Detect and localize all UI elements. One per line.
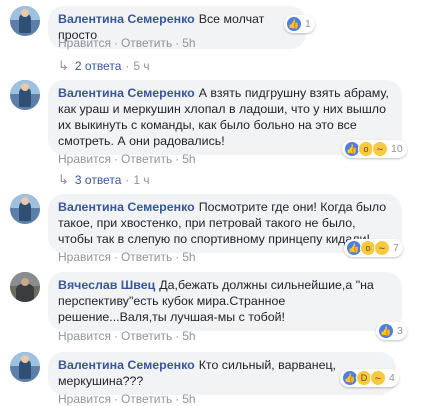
comment-actions: Нравится · Ответить · 5h (58, 250, 196, 264)
like-link[interactable]: Нравится (58, 329, 111, 343)
like-icon: 👍 (378, 323, 394, 339)
reaction-count: 7 (393, 242, 399, 254)
reply-arrow-icon: ↳ (58, 172, 69, 187)
like-link[interactable]: Нравится (58, 392, 111, 406)
comment-actions: Нравится · Ответить · 5h (58, 329, 196, 343)
reaction-count: 3 (397, 325, 403, 337)
reply-link[interactable]: Ответить (121, 329, 172, 343)
comment-author[interactable]: Вячеслав Швец (58, 278, 155, 292)
reaction-count: 4 (389, 372, 395, 384)
comment-time[interactable]: 5h (182, 152, 195, 166)
comment-actions: Нравится · Ответить · 5h (58, 36, 196, 50)
avatar[interactable] (10, 6, 40, 36)
reply-link[interactable]: Ответить (121, 152, 172, 166)
sad-icon: ∼ (372, 141, 388, 157)
replies-time: 5 ч (133, 59, 150, 73)
reply-link[interactable]: Ответить (121, 392, 172, 406)
reaction-count: 10 (391, 143, 403, 155)
sad-icon: ∼ (374, 240, 390, 256)
reply-link[interactable]: Ответить (121, 250, 172, 264)
replies-separator: · (125, 173, 130, 187)
comment-bubble: Вячеслав Швец Да,бежать должны сильнейшие… (48, 272, 402, 331)
comment-author[interactable]: Валентина Семеренко (58, 200, 195, 214)
comment-time[interactable]: 5h (182, 250, 195, 264)
view-replies[interactable]: ↳ 3 ответа · 1 ч (58, 172, 150, 188)
reaction-summary[interactable]: 👍 o ∼ 7 (344, 239, 403, 257)
avatar[interactable] (10, 194, 40, 224)
reaction-summary[interactable]: 👍 o ∼ 10 (342, 140, 407, 158)
reply-link[interactable]: Ответить (121, 36, 172, 50)
sad-icon: ∼ (370, 370, 386, 386)
comment-author[interactable]: Валентина Семеренко (58, 358, 195, 372)
like-link[interactable]: Нравится (58, 36, 111, 50)
replies-separator: · (125, 59, 130, 73)
comment-actions: Нравится · Ответить · 5h (58, 392, 196, 406)
comment-time[interactable]: 5h (182, 36, 195, 50)
reaction-summary[interactable]: 👍 3 (376, 322, 407, 340)
comment-actions: Нравится · Ответить · 5h (58, 152, 196, 166)
comment-author[interactable]: Валентина Семеренко (58, 86, 195, 100)
view-replies[interactable]: ↳ 2 ответа · 5 ч (58, 58, 150, 74)
reply-arrow-icon: ↳ (58, 58, 69, 73)
like-icon: 👍 (286, 16, 302, 32)
replies-count[interactable]: 3 ответа (75, 173, 121, 187)
replies-count[interactable]: 2 ответа (75, 59, 121, 73)
like-link[interactable]: Нравится (58, 152, 111, 166)
like-link[interactable]: Нравится (58, 250, 111, 264)
avatar[interactable] (10, 352, 40, 382)
replies-time: 1 ч (133, 173, 150, 187)
avatar[interactable] (10, 80, 40, 110)
avatar[interactable] (10, 272, 40, 302)
reaction-summary[interactable]: 👍 D ∼ 4 (340, 369, 399, 387)
comment-author[interactable]: Валентина Семеренко (58, 12, 195, 26)
reaction-count: 1 (305, 18, 311, 30)
reaction-summary[interactable]: 👍 1 (284, 15, 315, 33)
comment-time[interactable]: 5h (182, 392, 195, 406)
comment-time[interactable]: 5h (182, 329, 195, 343)
